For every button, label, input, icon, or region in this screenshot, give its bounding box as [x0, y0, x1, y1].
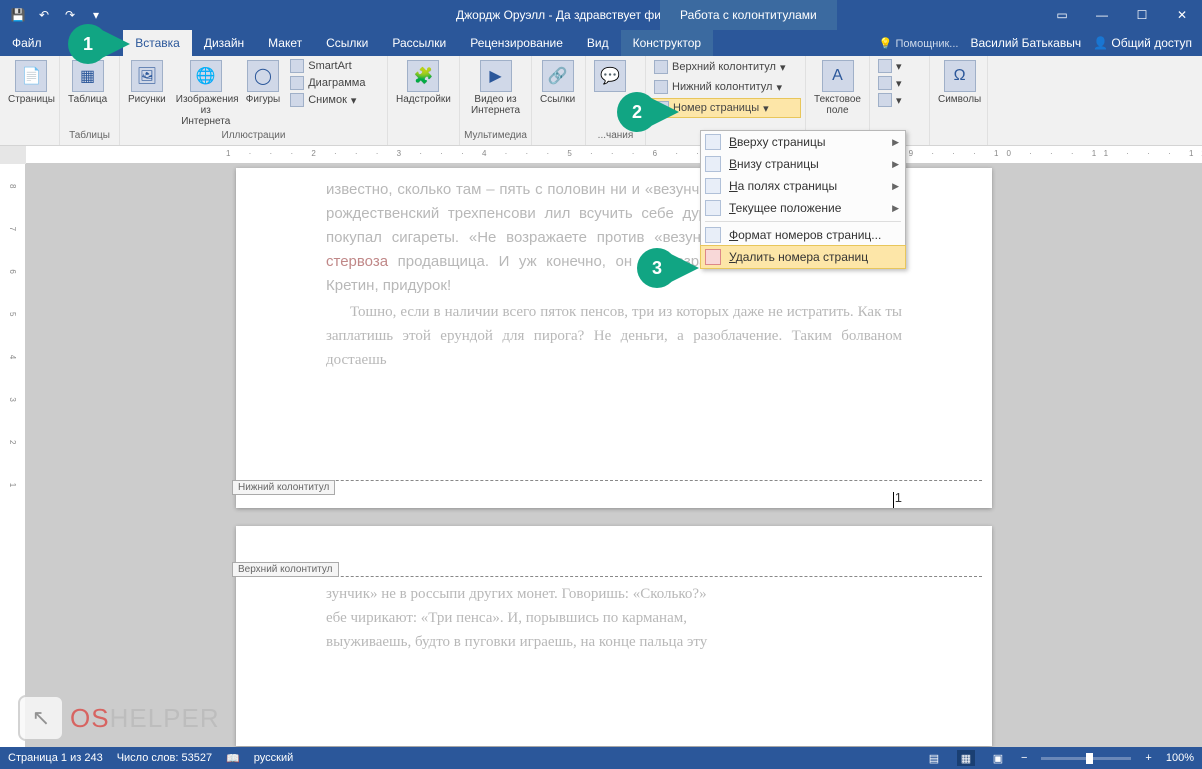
chart-button[interactable]: Диаграмма — [286, 75, 369, 91]
body-text: ебе чирикают: «Три пенса». И, порывшись … — [326, 606, 902, 630]
minimize-icon[interactable]: ― — [1082, 0, 1122, 30]
footer-button[interactable]: Нижний колонтитул▾ — [650, 78, 801, 96]
tab-constructor[interactable]: Конструктор — [621, 30, 713, 56]
vertical-ruler[interactable] — [0, 164, 26, 747]
spellcheck-icon[interactable]: 📖 — [226, 752, 240, 765]
wordart-button[interactable]: ▾ — [874, 58, 906, 74]
save-icon[interactable]: 💾 — [8, 5, 28, 25]
workspace: известно, сколько там – пять с половин н… — [0, 164, 1202, 747]
menu-item-page-margins[interactable]: На полях страницы▶ — [701, 175, 905, 197]
cursor-icon: ↖ — [18, 695, 64, 741]
status-bar: Страница 1 из 243 Число слов: 53527 📖 ру… — [0, 747, 1202, 769]
screenshot-button[interactable]: Снимок▾ — [286, 92, 369, 108]
page-number-field[interactable]: 1 — [895, 490, 902, 505]
tab-references[interactable]: Ссылки — [314, 30, 380, 56]
maximize-icon[interactable]: ☐ — [1122, 0, 1162, 30]
submenu-arrow-icon: ▶ — [892, 203, 899, 214]
page-number-dropdown: ВВверху страницыверху страницы▶ Внизу ст… — [700, 130, 906, 269]
pages-button[interactable]: 📄Страницы — [4, 58, 59, 107]
document-area[interactable]: известно, сколько там – пять с половин н… — [26, 164, 1202, 747]
menu-separator — [705, 221, 901, 222]
page: Верхний колонтитул зунчик» не в россыпи … — [236, 526, 992, 746]
title-bar: 💾 ↶ ↷ ▾ Джордж Оруэлл - Да здравствует ф… — [0, 0, 1202, 30]
tab-review[interactable]: Рецензирование — [458, 30, 575, 56]
read-mode-icon[interactable]: ▤ — [925, 750, 943, 766]
comment-button[interactable]: 💬 — [590, 58, 630, 96]
watermark: ↖ OSHELPER — [18, 695, 220, 741]
format-icon — [705, 227, 721, 243]
share-button[interactable]: 👤 Общий доступ — [1093, 36, 1192, 50]
header-button[interactable]: Верхний колонтитул▾ — [650, 58, 801, 76]
status-page[interactable]: Страница 1 из 243 — [8, 752, 103, 764]
close-icon[interactable]: ✕ — [1162, 0, 1202, 30]
zoom-out-button[interactable]: − — [1021, 752, 1027, 764]
links-button[interactable]: 🔗Ссылки — [536, 58, 579, 107]
zoom-in-button[interactable]: + — [1145, 752, 1151, 764]
footer-boundary — [246, 480, 982, 481]
tab-insert[interactable]: Вставка — [123, 30, 192, 56]
zoom-level[interactable]: 100% — [1166, 752, 1194, 764]
table-button[interactable]: ▦Таблица — [64, 58, 111, 107]
smartart-button[interactable]: SmartArt — [286, 58, 369, 74]
print-layout-icon[interactable]: ▦ — [957, 750, 975, 766]
dropcap-button[interactable]: ▾ — [874, 75, 906, 91]
user-name[interactable]: Василий Батькавыч — [970, 36, 1081, 50]
tab-layout[interactable]: Макет — [256, 30, 314, 56]
text-cursor — [893, 492, 894, 508]
tell-me-input[interactable]: 💡 Помощник... — [879, 37, 959, 50]
footer-tag[interactable]: Нижний колонтитул — [232, 480, 335, 495]
header-boundary — [246, 576, 982, 577]
zoom-slider[interactable] — [1041, 757, 1131, 760]
menu-item-bottom-of-page[interactable]: Внизу страницы▶ — [701, 153, 905, 175]
tab-design[interactable]: Дизайн — [192, 30, 256, 56]
qat-more-icon[interactable]: ▾ — [86, 5, 106, 25]
web-layout-icon[interactable]: ▣ — [989, 750, 1007, 766]
horizontal-ruler[interactable] — [26, 146, 1202, 164]
ribbon-tabs: Файл Главная Вставка Дизайн Макет Ссылки… — [0, 30, 1202, 56]
status-language[interactable]: русский — [254, 752, 293, 764]
window-controls: ▭ ― ☐ ✕ — [1042, 0, 1202, 30]
page-bottom-icon — [705, 156, 721, 172]
submenu-arrow-icon: ▶ — [892, 137, 899, 148]
current-pos-icon — [705, 200, 721, 216]
status-word-count[interactable]: Число слов: 53527 — [117, 752, 212, 764]
submenu-arrow-icon: ▶ — [892, 159, 899, 170]
ribbon: 📄Страницы ▦Таблица Таблицы 🖼Рисунки 🌐Изо… — [0, 56, 1202, 146]
online-images-button[interactable]: 🌐Изображения из Интернета — [172, 58, 240, 129]
body-text: выуживаешь, будто в пуговки играешь, на … — [326, 630, 902, 654]
header-tag[interactable]: Верхний колонтитул — [232, 562, 339, 577]
quick-access-toolbar: 💾 ↶ ↷ ▾ — [0, 5, 114, 25]
symbols-button[interactable]: ΩСимволы — [934, 58, 985, 107]
tab-view[interactable]: Вид — [575, 30, 621, 56]
online-video-button[interactable]: ▶Видео из Интернета — [464, 58, 527, 118]
pictures-button[interactable]: 🖼Рисунки — [124, 58, 170, 107]
tab-file[interactable]: Файл — [0, 30, 54, 56]
ribbon-options-icon[interactable]: ▭ — [1042, 0, 1082, 30]
contextual-tab-label: Работа с колонтитулами — [660, 0, 837, 30]
page-margins-icon — [705, 178, 721, 194]
body-text: Тошно, если в наличии всего пяток пенсов… — [326, 300, 902, 372]
page-top-icon — [705, 134, 721, 150]
annotation-callout-2: 2 — [617, 92, 657, 132]
menu-item-format-page-numbers[interactable]: Формат номеров страниц... — [701, 224, 905, 246]
annotation-callout-3: 3 — [637, 248, 677, 288]
delete-icon — [705, 249, 721, 265]
body-text: зунчик» не в россыпи других монет. Говор… — [326, 582, 902, 606]
menu-item-remove-page-numbers[interactable]: Удалить номера страниц — [700, 245, 906, 269]
addins-button[interactable]: 🧩Надстройки — [392, 58, 455, 107]
object-button[interactable]: ▾ — [874, 92, 906, 108]
shapes-button[interactable]: ◯Фигуры — [242, 58, 284, 107]
submenu-arrow-icon: ▶ — [892, 181, 899, 192]
undo-icon[interactable]: ↶ — [34, 5, 54, 25]
textbox-button[interactable]: AТекстовое поле — [810, 58, 865, 118]
menu-item-current-position[interactable]: Текущее положение▶ — [701, 197, 905, 219]
tab-mailings[interactable]: Рассылки — [380, 30, 458, 56]
annotation-callout-1: 1 — [68, 24, 108, 64]
menu-item-top-of-page[interactable]: ВВверху страницыверху страницы▶ — [701, 131, 905, 153]
redo-icon[interactable]: ↷ — [60, 5, 80, 25]
